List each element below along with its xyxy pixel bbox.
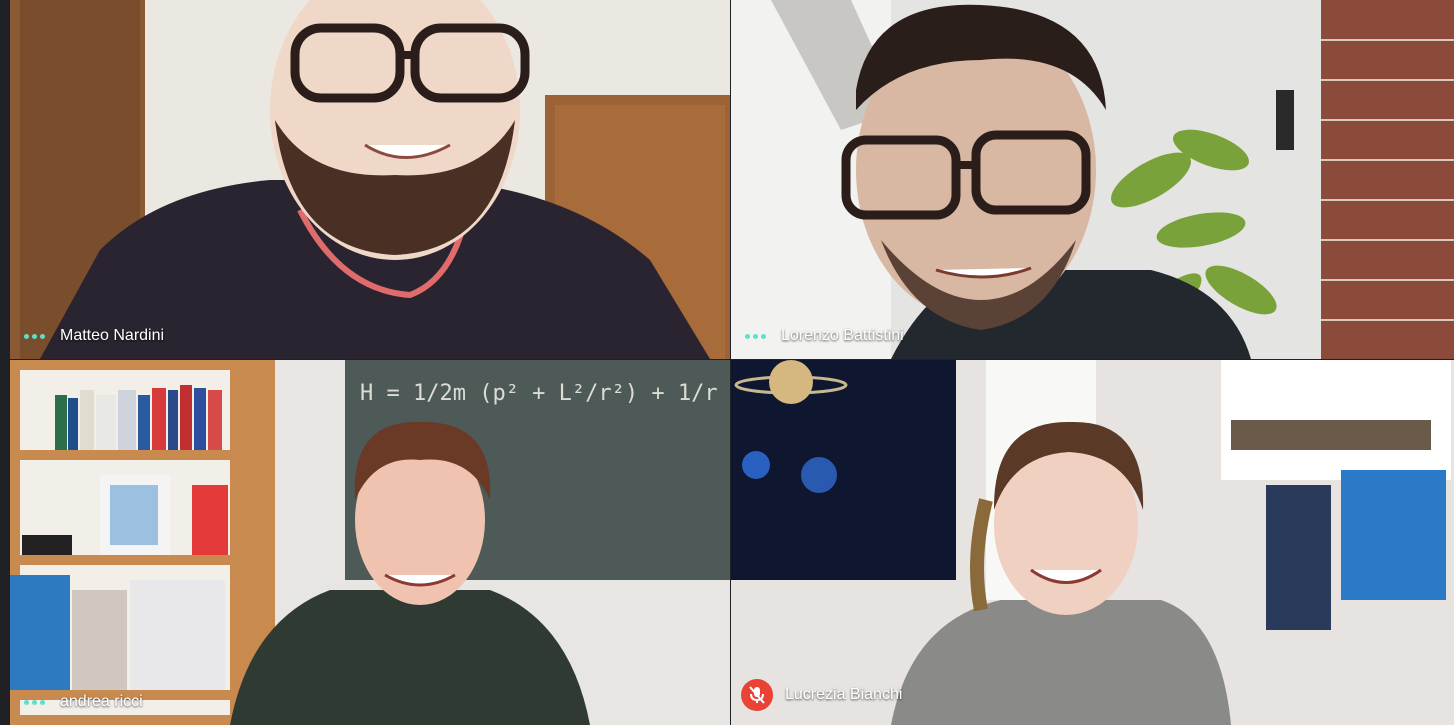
participant-name: Lucrezia Bianchi xyxy=(785,686,903,703)
speaking-dots-icon xyxy=(745,333,769,339)
chalkboard-formula: H = 1/2m (p² + L²/r²) + 1/r xyxy=(360,381,718,406)
participant-tile-1[interactable]: Matteo Nardini xyxy=(10,0,730,359)
participant-name: Lorenzo Battistini xyxy=(781,327,904,344)
video-grid: Matteo Nardini Lorenzo Battistini H = 1/… xyxy=(10,0,1454,725)
participant-tile-3[interactable]: H = 1/2m (p² + L²/r²) + 1/r andrea ricci xyxy=(10,360,730,725)
speaking-dots-icon xyxy=(24,699,48,705)
participant-name: Matteo Nardini xyxy=(60,327,165,344)
video-feed xyxy=(731,0,1454,359)
participant-name-tag: andrea ricci xyxy=(24,693,143,711)
participant-tile-4[interactable]: Lucrezia Bianchi xyxy=(731,360,1454,725)
participant-tile-2[interactable]: Lorenzo Battistini xyxy=(731,0,1454,359)
participant-name-tag: Lorenzo Battistini xyxy=(745,327,904,345)
speaking-dots-icon xyxy=(24,333,48,339)
video-feed xyxy=(731,360,1454,725)
participant-name-tag: Lucrezia Bianchi xyxy=(741,679,903,711)
mic-off-icon xyxy=(741,679,773,711)
participant-name-tag: Matteo Nardini xyxy=(24,327,164,345)
video-feed xyxy=(10,0,730,359)
video-feed: H = 1/2m (p² + L²/r²) + 1/r xyxy=(10,360,730,725)
participant-name: andrea ricci xyxy=(60,693,143,710)
